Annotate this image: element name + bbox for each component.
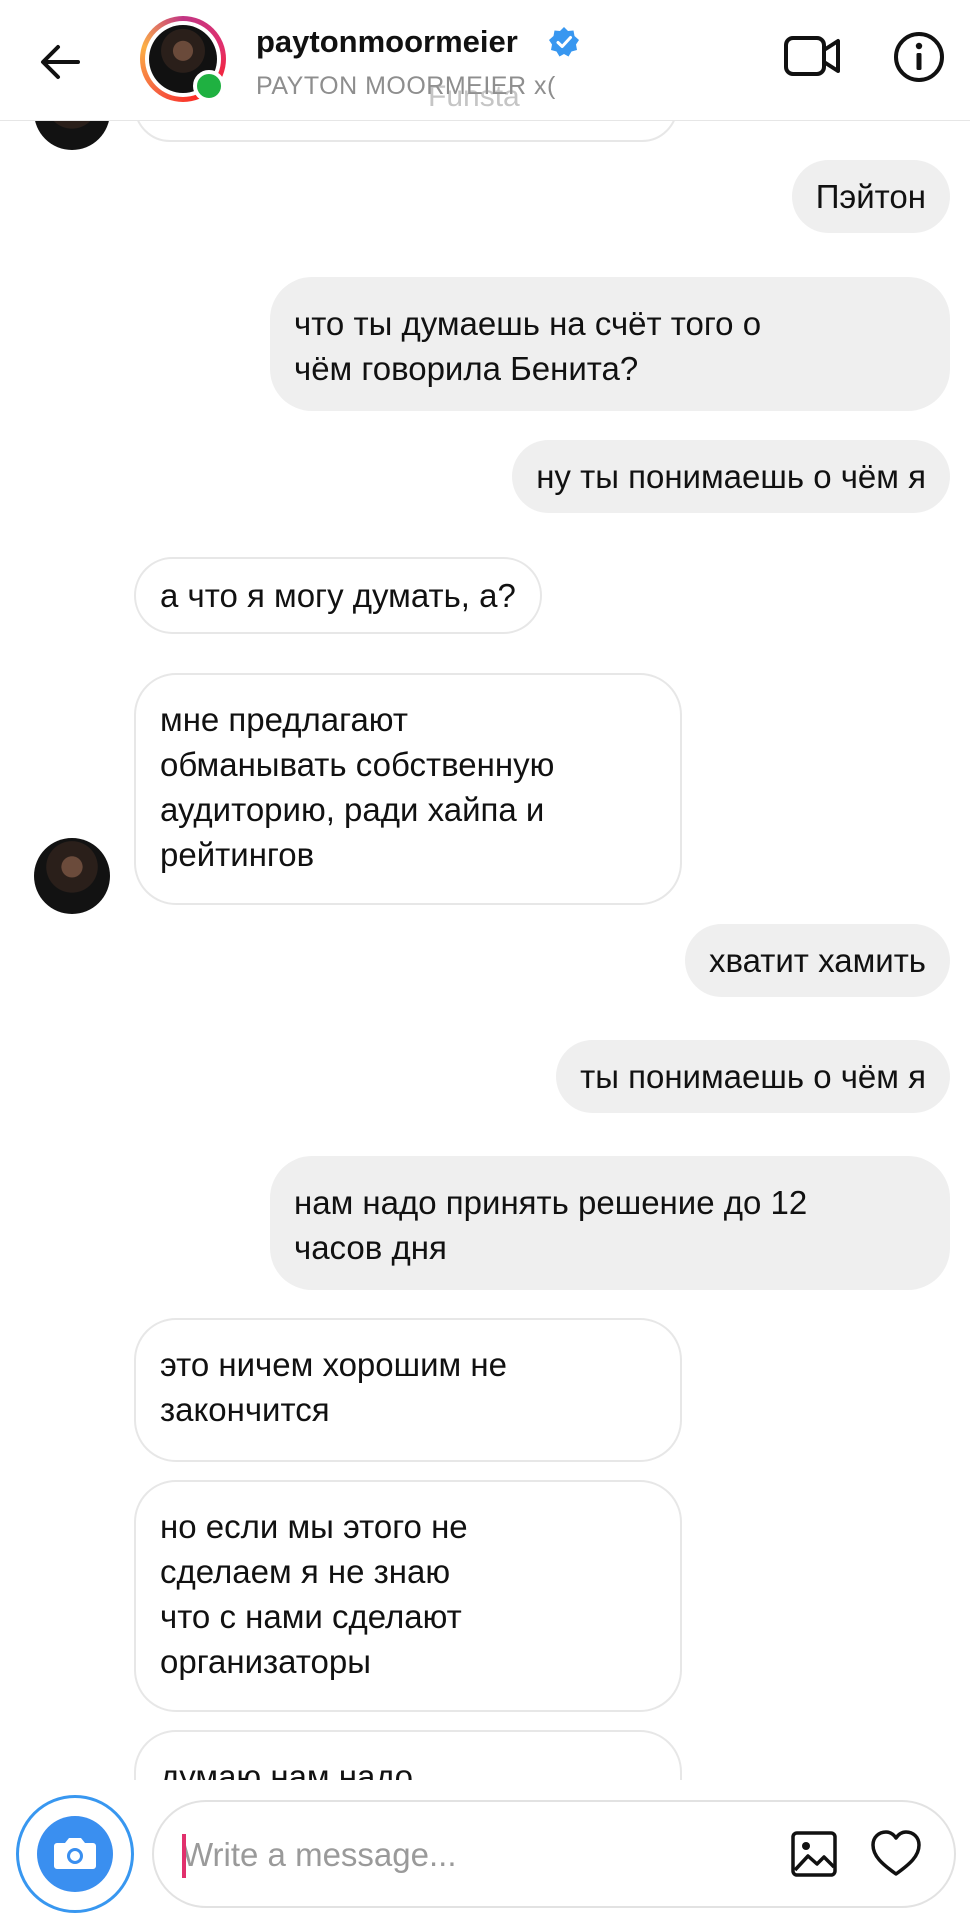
chat-header: paytonmoormeier PAYTON MOORMEIER x( Funs… — [0, 0, 970, 121]
info-button[interactable] — [892, 30, 946, 84]
arrow-left-icon — [41, 45, 80, 79]
sender-avatar[interactable] — [34, 838, 110, 914]
watermark-text: Funsta — [428, 80, 520, 113]
message-bubble-incoming: но если мы этого не сделаем я не знаю чт… — [134, 1480, 682, 1712]
message-bubble-outgoing: хватит хамить — [684, 924, 950, 997]
info-icon — [894, 32, 944, 82]
message-bubble-incoming: мне предлагают обманывать собственную ау… — [134, 673, 682, 905]
message-input[interactable] — [180, 1824, 704, 1886]
camera-icon — [54, 1838, 96, 1869]
gallery-button[interactable] — [788, 1828, 840, 1880]
online-status-indicator — [193, 70, 225, 102]
message-composer — [152, 1800, 956, 1908]
message-bubble-incoming: а что я могу думать, а? — [134, 557, 542, 634]
chat-username[interactable]: paytonmoormeier — [256, 24, 518, 60]
verified-badge-icon — [549, 27, 579, 57]
video-camera-icon — [784, 36, 840, 76]
message-bubble-incoming: это ничем хорошим не закончится — [134, 1318, 682, 1462]
message-bubble-outgoing: ты понимаешь о чём я — [556, 1040, 950, 1113]
heart-icon — [871, 1830, 921, 1876]
video-call-button[interactable] — [782, 30, 844, 82]
message-bubble-outgoing: Пэйтон — [791, 160, 950, 233]
camera-button[interactable] — [16, 1795, 134, 1913]
message-bubble-outgoing: что ты думаешь на счёт того о чём говори… — [270, 277, 950, 411]
like-button[interactable] — [868, 1826, 924, 1882]
message-bubble-outgoing: нам надо принять решение до 12 часов дня — [270, 1156, 950, 1290]
text-cursor — [182, 1834, 186, 1878]
back-button[interactable] — [34, 36, 86, 88]
message-bubble-outgoing: ну ты понимаешь о чём я — [512, 440, 950, 513]
image-gallery-icon — [791, 1831, 837, 1877]
